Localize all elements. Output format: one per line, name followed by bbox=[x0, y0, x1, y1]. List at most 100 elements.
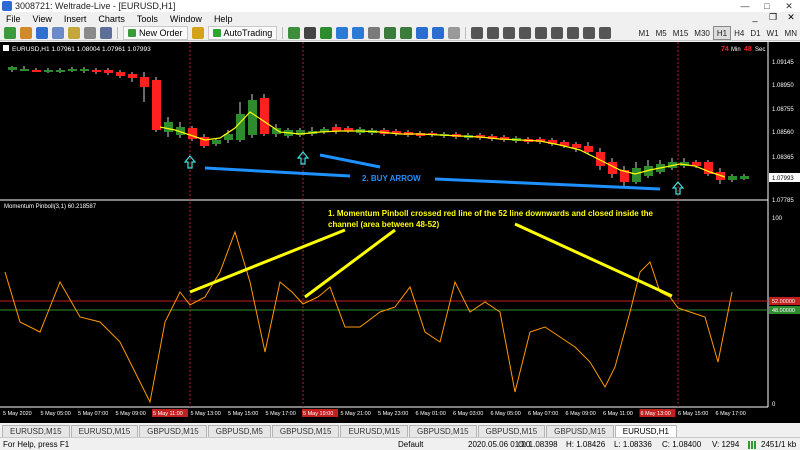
line-chart-icon[interactable] bbox=[320, 26, 333, 39]
timeframe-m1[interactable]: M1 bbox=[635, 26, 652, 40]
toolbar-separator bbox=[117, 26, 118, 39]
market-watch-icon[interactable] bbox=[36, 26, 48, 39]
chart-tab[interactable]: GBPUSD,M15 bbox=[477, 425, 546, 437]
minimize-icon[interactable]: — bbox=[734, 0, 756, 12]
status-close: C: 1.08400 bbox=[662, 440, 702, 449]
cursor-icon[interactable] bbox=[471, 26, 484, 39]
metaeditor-icon[interactable] bbox=[191, 26, 204, 39]
periods-icon[interactable] bbox=[432, 26, 445, 39]
navigator-icon[interactable] bbox=[68, 26, 80, 39]
menu-help[interactable]: Help bbox=[208, 14, 239, 24]
templates-icon[interactable] bbox=[448, 26, 461, 39]
candle-body bbox=[68, 69, 77, 71]
timeframe-m15[interactable]: M15 bbox=[670, 26, 692, 40]
new-chart-icon[interactable] bbox=[4, 26, 16, 39]
chart-tab[interactable]: GBPUSD,M15 bbox=[271, 425, 340, 437]
time-label: 6 May 11:00 bbox=[603, 411, 633, 417]
chart-tab[interactable]: EURUSD,M15 bbox=[70, 425, 139, 437]
data-window-icon[interactable] bbox=[52, 26, 64, 39]
new-order-icon bbox=[128, 28, 136, 37]
annotation-wrapper: 1. Momentum Pinboll crossed red line of … bbox=[328, 209, 653, 229]
child-close-icon[interactable]: ✕ bbox=[782, 12, 800, 23]
chart-canvas[interactable]: EURUSD,H1 1.07961 1.08004 1.07961 1.0799… bbox=[0, 42, 800, 423]
menu-tools[interactable]: Tools bbox=[131, 14, 164, 24]
timeframe-mn[interactable]: MN bbox=[782, 26, 800, 40]
timeframe-w1[interactable]: W1 bbox=[764, 26, 782, 40]
connection-bars-icon bbox=[748, 440, 758, 449]
trendline[interactable] bbox=[204, 166, 351, 178]
menu-view[interactable]: View bbox=[27, 14, 58, 24]
timeframe-h1[interactable]: H1 bbox=[712, 26, 732, 40]
price-label: 1.08365 bbox=[772, 155, 794, 161]
time-label: 6 May 13:00 bbox=[641, 411, 671, 417]
crosshair-icon[interactable] bbox=[487, 26, 500, 39]
profiles-icon[interactable] bbox=[20, 26, 32, 39]
level-52-label: 52.00000 bbox=[772, 299, 795, 305]
momentum-pinboll-line bbox=[4, 230, 733, 404]
candle-body bbox=[32, 70, 41, 72]
tile-windows-icon[interactable] bbox=[368, 26, 381, 39]
auto-scroll-icon[interactable] bbox=[384, 26, 397, 39]
candle-body bbox=[212, 140, 221, 144]
zoom-out-icon[interactable] bbox=[352, 26, 365, 39]
vertical-line-icon[interactable] bbox=[503, 26, 516, 39]
bar-chart-icon[interactable] bbox=[288, 26, 301, 39]
autotrading-icon bbox=[212, 28, 221, 37]
zoom-in-icon[interactable] bbox=[336, 26, 349, 39]
time-label: 5 May 19:00 bbox=[303, 411, 333, 417]
chart-window[interactable]: EURUSD,H1 1.07961 1.08004 1.07961 1.0799… bbox=[0, 42, 800, 423]
indicator-scale-label: 100 bbox=[772, 216, 783, 222]
trendline[interactable] bbox=[319, 153, 381, 169]
maximize-icon[interactable]: □ bbox=[756, 0, 778, 12]
horizontal-line-icon[interactable] bbox=[519, 26, 532, 39]
label-tool-icon[interactable] bbox=[599, 26, 612, 39]
chart-tab[interactable]: GBPUSD,M5 bbox=[207, 425, 271, 437]
menu-window[interactable]: Window bbox=[164, 14, 208, 24]
chart-tab[interactable]: GBPUSD,M15 bbox=[139, 425, 207, 437]
price-label: 1.08950 bbox=[772, 83, 794, 89]
strategy-tester-icon[interactable] bbox=[100, 26, 112, 39]
timeframe-h4[interactable]: H4 bbox=[731, 26, 747, 40]
chart-tab[interactable]: GBPUSD,M15 bbox=[409, 425, 477, 437]
child-restore-icon[interactable]: ❐ bbox=[764, 12, 782, 23]
chart-tabs: EURUSD,M15 EURUSD,M15 GBPUSD,M15 GBPUSD,M5 G… bbox=[0, 424, 800, 437]
menu-file[interactable]: File bbox=[0, 14, 27, 24]
timeframe-d1[interactable]: D1 bbox=[747, 26, 763, 40]
new-order-button[interactable]: New Order bbox=[123, 25, 188, 40]
candlestick-icon[interactable] bbox=[304, 26, 317, 39]
menu-charts[interactable]: Charts bbox=[92, 14, 131, 24]
time-label: 5 May 2020 bbox=[3, 411, 32, 417]
chart-tab[interactable]: EURUSD,H1 bbox=[614, 425, 677, 437]
status-traffic: 2451/1 kb bbox=[748, 439, 796, 450]
autotrading-button[interactable]: AutoTrading bbox=[207, 25, 278, 40]
menu-insert[interactable]: Insert bbox=[58, 14, 93, 24]
terminal-icon[interactable] bbox=[84, 26, 96, 39]
chart-tab[interactable]: GBPUSD,M15 bbox=[546, 425, 614, 437]
timeframe-m5[interactable]: M5 bbox=[653, 26, 670, 40]
level-48-label: 48.00000 bbox=[772, 308, 795, 314]
fibonacci-icon[interactable] bbox=[567, 26, 580, 39]
status-traffic-label: 2451/1 kb bbox=[761, 440, 797, 449]
close-icon[interactable]: ✕ bbox=[778, 0, 800, 12]
toolbar-separator bbox=[282, 26, 284, 39]
chart-tab[interactable]: EURUSD,M15 bbox=[2, 425, 70, 437]
chart-shift-icon[interactable] bbox=[400, 26, 413, 39]
price-label: 1.09145 bbox=[772, 60, 794, 66]
text-tool-icon[interactable] bbox=[583, 26, 596, 39]
time-label: 6 May 01:00 bbox=[416, 411, 446, 417]
title-bar: 3008721: Weltrade-Live - [EURUSD,H1] — □… bbox=[0, 0, 800, 12]
time-label: 6 May 17:00 bbox=[716, 411, 746, 417]
timer-seconds: 48 bbox=[744, 46, 752, 53]
app-icon bbox=[2, 1, 12, 11]
trendline-icon[interactable] bbox=[535, 26, 548, 39]
status-volume: V: 1294 bbox=[712, 440, 740, 449]
time-label: 5 May 13:00 bbox=[191, 411, 221, 417]
child-minimize-icon[interactable]: _ bbox=[746, 12, 764, 23]
time-label: 6 May 09:00 bbox=[566, 411, 596, 417]
chart-tab[interactable]: EURUSD,M15 bbox=[340, 425, 409, 437]
chart-menu-icon[interactable] bbox=[3, 45, 9, 51]
channel-icon[interactable] bbox=[551, 26, 564, 39]
indicators-icon[interactable] bbox=[416, 26, 429, 39]
window-controls: — □ ✕ bbox=[734, 0, 800, 12]
timeframe-m30[interactable]: M30 bbox=[691, 26, 713, 40]
